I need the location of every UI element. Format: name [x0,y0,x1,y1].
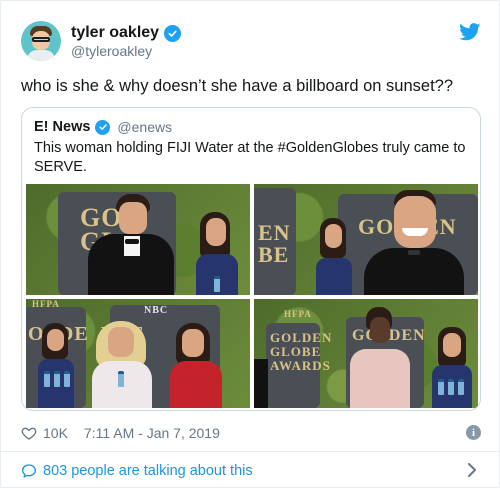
photo-3[interactable]: HFPA NBC OLDE LDE [26,299,250,408]
quoted-text: This woman holding FIJI Water at the #Go… [34,140,466,175]
avatar[interactable] [21,21,61,61]
divider [1,451,500,452]
photo-1[interactable]: GO GL [26,184,250,295]
tweet-timestamp[interactable]: 7:11 AM - Jan 7, 2019 [84,425,220,441]
comment-bubble-icon [22,464,36,478]
author-display-name[interactable]: tyler oakley [71,24,159,42]
tweet-header: tyler oakley @tyleroakley [21,19,481,65]
tweet-meta: 10K 7:11 AM - Jan 7, 2019 [21,423,220,443]
twitter-bird-icon[interactable] [459,23,481,41]
quoted-display-name[interactable]: E! News [34,119,90,135]
sign-text-left: EN BE [258,220,291,267]
hfpa-label: HFPA [32,299,60,309]
quoted-handle[interactable]: @enews [117,119,172,135]
sign-text: GOLDEN GLOBE AWARDS [270,330,333,373]
like-count[interactable]: 10K [43,425,68,441]
info-icon[interactable]: i [466,425,481,440]
verified-badge-icon [95,119,111,135]
quoted-tweet[interactable]: E! News @enews This woman holding FIJI W… [21,107,481,411]
quoted-header: E! News @enews [34,117,172,137]
nbc-label: NBC [144,305,169,316]
chevron-right-icon[interactable] [467,462,477,478]
hfpa-label: HFPA [284,309,312,319]
photo-grid: GO GL EN BE GO DEN [26,184,478,408]
heart-icon[interactable] [21,425,37,441]
photo-4[interactable]: HFPA GOLDEN GLOBE AWARDS GO DEN [254,299,478,408]
tweet-card: tyler oakley @tyleroakley who is she & w… [0,0,500,488]
author-handle[interactable]: @tyleroakley [71,43,152,59]
talking-link[interactable]: 803 people are talking about this [21,461,253,481]
photo-2[interactable]: EN BE GO DEN [254,184,478,295]
author-name-line[interactable]: tyler oakley [71,23,182,43]
tweet-text: who is she & why doesn’t she have a bill… [21,77,454,95]
verified-badge-icon [164,24,182,42]
talking-text[interactable]: 803 people are talking about this [43,463,253,479]
